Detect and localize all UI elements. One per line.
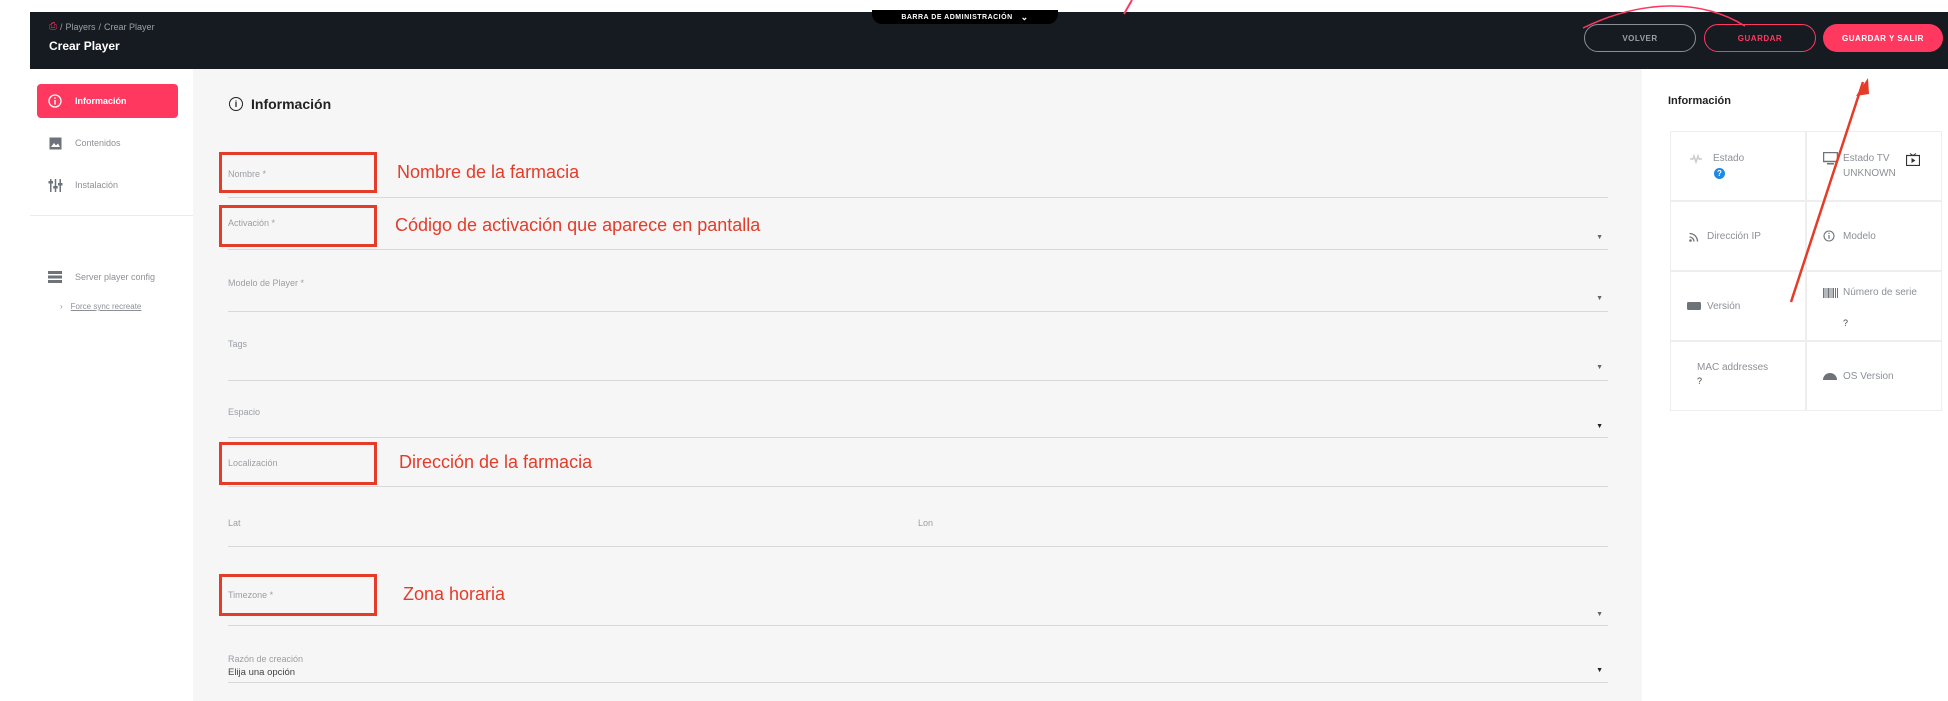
lon-field[interactable]: Lon bbox=[918, 505, 1592, 546]
espacio-select[interactable]: Espacio ▼ bbox=[228, 401, 1608, 438]
sidebar-divider bbox=[30, 215, 193, 216]
sidebar-item-instalacion[interactable]: Instalación bbox=[37, 168, 178, 202]
sidebar-subitem: › Force sync recreate bbox=[60, 302, 141, 311]
numero-serie-value: ? bbox=[1843, 318, 1849, 328]
os-version-label: OS Version bbox=[1843, 371, 1894, 382]
estado-tv-value: UNKNOWN bbox=[1843, 168, 1896, 179]
info-panel: Información Estado ? Estado TV UNKNOWN D… bbox=[1642, 69, 1948, 701]
info-icon: i bbox=[229, 97, 243, 111]
monitor-icon bbox=[1822, 151, 1839, 168]
page-title: Crear Player bbox=[49, 39, 120, 53]
razon-creacion-select[interactable]: Razón de creación Elija una opción ▼ bbox=[228, 647, 1608, 683]
printer-icon[interactable]: ⎙ bbox=[49, 21, 57, 32]
back-button[interactable]: VOLVER bbox=[1584, 24, 1696, 52]
os-version-cell: OS Version bbox=[1806, 341, 1942, 411]
section-title-text: Información bbox=[251, 96, 332, 112]
sidebar: Información Contenidos Instalación Serve… bbox=[30, 69, 193, 701]
field-label: Razón de creación bbox=[228, 654, 304, 664]
field-label: Tags bbox=[228, 339, 248, 349]
breadcrumb-separator: / bbox=[60, 21, 63, 32]
field-label: Espacio bbox=[228, 407, 261, 417]
tags-select[interactable]: Tags ▼ bbox=[228, 332, 1608, 381]
dropdown-caret-icon: ▼ bbox=[1596, 234, 1603, 241]
estado-cell: Estado ? bbox=[1670, 131, 1806, 201]
sidebar-item-server-config[interactable]: Server player config bbox=[37, 271, 155, 283]
section-title: i Información bbox=[229, 96, 331, 112]
rss-icon bbox=[1689, 232, 1699, 245]
force-sync-link[interactable]: Force sync recreate bbox=[71, 302, 142, 311]
dropdown-caret-icon: ▼ bbox=[1596, 364, 1603, 371]
list-icon bbox=[47, 271, 63, 283]
modelo-player-select[interactable]: Modelo de Player * ▼ bbox=[228, 271, 1608, 312]
dropdown-caret-icon: ▼ bbox=[1596, 667, 1603, 674]
annotation-localizacion: Dirección de la farmacia bbox=[399, 452, 593, 472]
modelo-cell: Modelo bbox=[1806, 201, 1942, 271]
dropdown-caret-icon: ▼ bbox=[1596, 611, 1603, 618]
android-icon bbox=[1823, 372, 1837, 383]
chevron-down-icon: ⌄ bbox=[1020, 11, 1029, 22]
direccion-ip-cell: Dirección IP bbox=[1670, 201, 1806, 271]
breadcrumb-players[interactable]: Players bbox=[66, 22, 96, 32]
mac-label: MAC addresses bbox=[1697, 362, 1769, 373]
version-label: Versión bbox=[1707, 301, 1741, 312]
sidebar-item-label: Contenidos bbox=[75, 138, 121, 148]
estado-label: Estado bbox=[1713, 153, 1745, 164]
admin-bar-toggle[interactable]: BARRA DE ADMINISTRACIÓN ⌄ bbox=[872, 10, 1058, 24]
mac-cell: MAC addresses ? bbox=[1670, 341, 1806, 411]
save-button[interactable]: GUARDAR bbox=[1704, 24, 1816, 52]
estado-badge: ? bbox=[1714, 168, 1725, 179]
help-icon[interactable]: ? bbox=[1714, 168, 1725, 179]
estado-tv-label: Estado TV bbox=[1843, 153, 1890, 164]
field-label: Modelo de Player * bbox=[228, 278, 305, 288]
mac-value: ? bbox=[1697, 376, 1703, 386]
admin-bar-label: BARRA DE ADMINISTRACIÓN bbox=[901, 13, 1013, 21]
version-cell: Versión bbox=[1670, 271, 1806, 341]
image-icon bbox=[47, 137, 63, 150]
numero-serie-label: Número de serie bbox=[1843, 287, 1917, 298]
lat-lon-underline bbox=[228, 546, 1608, 547]
annotation-activacion: Código de activación que aparece en pant… bbox=[395, 215, 761, 235]
dropdown-caret-icon: ▼ bbox=[1596, 423, 1603, 430]
breadcrumb-separator: / bbox=[98, 21, 102, 32]
info-icon bbox=[1823, 230, 1835, 245]
annotation-box-timezone bbox=[219, 574, 377, 616]
annotation-box-nombre bbox=[219, 152, 377, 193]
annotation-nombre: Nombre de la farmacia bbox=[397, 162, 580, 182]
field-label: Lat bbox=[228, 518, 241, 528]
play-box-icon bbox=[1905, 153, 1921, 169]
numero-serie-cell: Número de serie ? bbox=[1806, 271, 1942, 341]
lat-field[interactable]: Lat bbox=[228, 505, 902, 546]
annotation-box-activacion bbox=[219, 205, 377, 247]
sidebar-item-label: Información bbox=[75, 96, 127, 106]
info-icon bbox=[47, 94, 63, 108]
signal-icon bbox=[1689, 153, 1703, 167]
breadcrumb: ⎙ / Players / Crear Player bbox=[49, 21, 155, 32]
field-label: Lon bbox=[918, 518, 934, 528]
modelo-label: Modelo bbox=[1843, 231, 1876, 242]
sidebar-config-label: Server player config bbox=[75, 272, 156, 282]
save-and-exit-button[interactable]: GUARDAR Y SALIR bbox=[1823, 24, 1943, 52]
sidebar-item-contenidos[interactable]: Contenidos bbox=[37, 126, 178, 160]
sidebar-item-informacion[interactable]: Información bbox=[37, 84, 178, 118]
sidebar-item-label: Instalación bbox=[75, 180, 119, 190]
field-value: Elija una opción bbox=[228, 667, 296, 678]
annotation-box-localizacion bbox=[219, 442, 377, 485]
breadcrumb-current: Crear Player bbox=[104, 21, 155, 32]
direccion-ip-label: Dirección IP bbox=[1707, 231, 1761, 242]
barcode-icon bbox=[1823, 288, 1838, 301]
estado-tv-cell: Estado TV UNKNOWN bbox=[1806, 131, 1942, 201]
chevron-right-icon: › bbox=[60, 302, 63, 311]
sliders-icon bbox=[47, 178, 63, 193]
annotation-timezone: Zona horaria bbox=[403, 584, 506, 604]
top-bar: ⎙ / Players / Crear Player Crear Player … bbox=[30, 10, 1948, 69]
info-panel-title: Información bbox=[1668, 95, 1731, 107]
dropdown-caret-icon: ▼ bbox=[1596, 295, 1603, 302]
chip-icon bbox=[1687, 302, 1701, 313]
